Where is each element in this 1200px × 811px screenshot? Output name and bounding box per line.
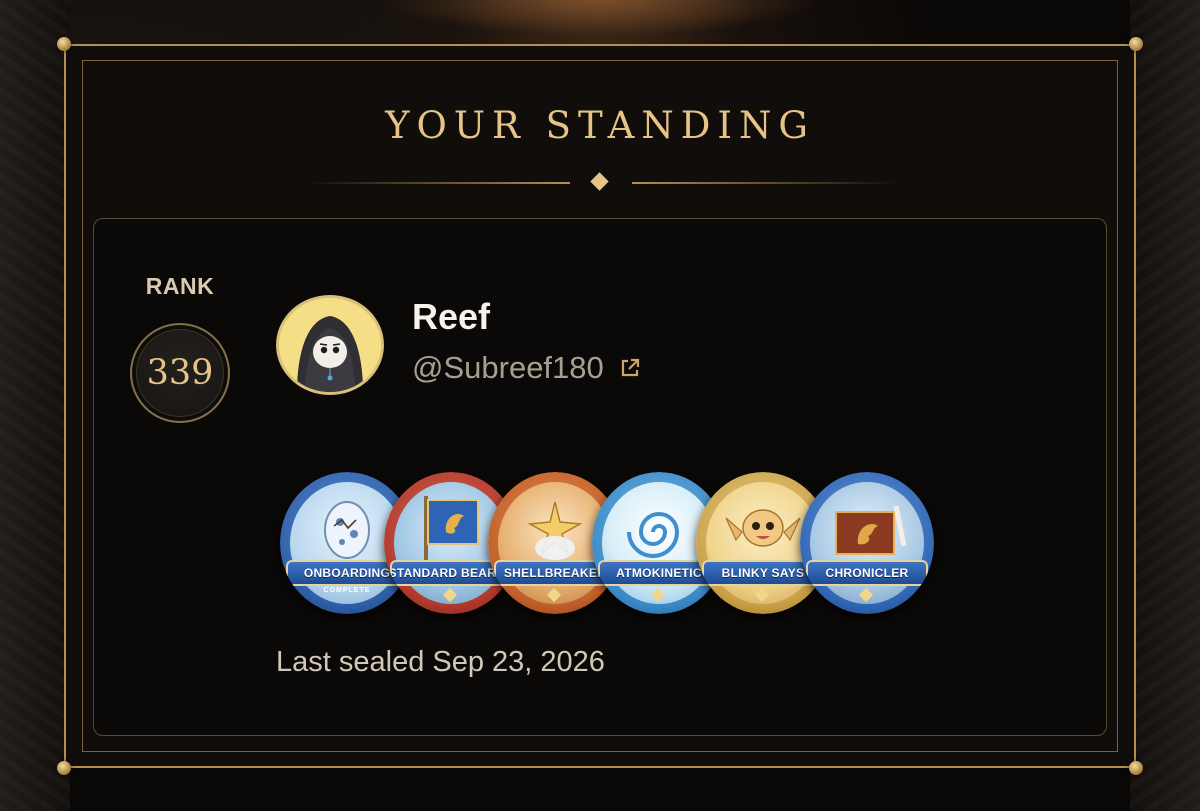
corner-rivet-icon [1129,761,1143,775]
badge-label: BLINKY SAYS [721,566,805,580]
profile-name: Reef [412,296,491,337]
external-link-icon[interactable] [618,356,642,380]
badge-label: SHELLBREAKER [503,566,607,580]
last-sealed-date: Last sealed Sep 23, 2026 [276,646,605,678]
rank-label: RANK [145,273,215,299]
badge-chronicler[interactable]: CHRONICLER [800,472,934,614]
profile-handle[interactable]: @Subreef180 [412,350,604,386]
corner-rivet-icon [1129,37,1143,51]
rank-value: 339 [146,353,214,393]
corner-rivet-icon [57,761,71,775]
badge-label: ATMOKINETIC [616,566,702,580]
rank-badge: 339 [130,323,230,423]
badge-label: ONBOARDING [303,566,391,580]
title-divider-left [306,182,570,184]
badge-label: CHRONICLER [825,566,909,580]
page-background: YOUR STANDING RANK 339 Reef @Subreef180 [0,0,1200,811]
hooded-character-avatar-icon [279,298,381,392]
badge-row: ONBOARDING COMPLETE STANDARD BEARER SHEL… [280,472,950,614]
background-glow [380,0,820,36]
panel-title: YOUR STANDING [385,104,815,147]
title-divider-right [632,182,900,184]
corner-rivet-icon [57,37,71,51]
profile-handle-link[interactable]: @Subreef180 [412,350,642,386]
avatar [276,295,384,395]
